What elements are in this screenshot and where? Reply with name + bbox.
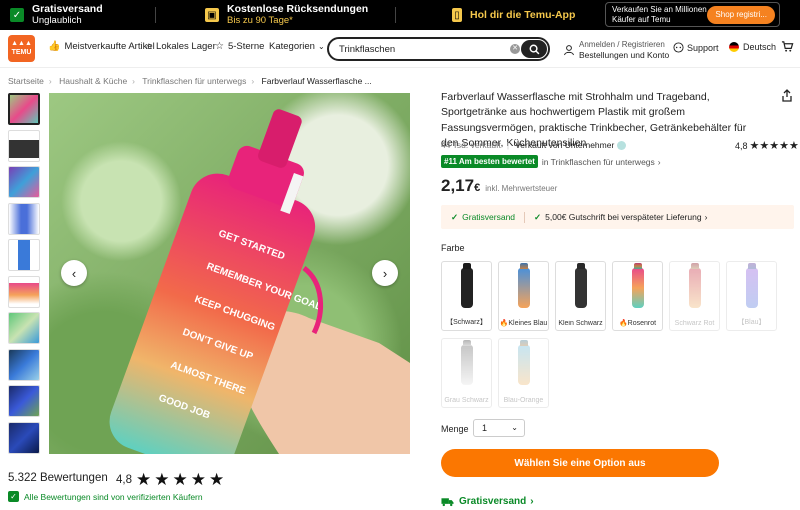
share-button[interactable] — [781, 89, 793, 105]
fire-icon: 🔥 — [618, 320, 628, 327]
thumbnail[interactable] — [8, 275, 40, 308]
check-icon: ✓ — [451, 211, 459, 222]
search-icon — [529, 44, 539, 54]
search-input[interactable] — [339, 42, 509, 56]
breadcrumb-current: Farbverlauf Wasserflasche ... — [261, 76, 372, 86]
quantity-label: Menge — [441, 424, 469, 434]
info-icon[interactable] — [617, 140, 627, 150]
star-rating-icon: ★★★★★ — [749, 140, 799, 152]
swatch-blau-orange[interactable]: Blau-Orange — [498, 338, 549, 408]
swatch-kleines-blau[interactable]: 🔥Kleines Blau — [498, 261, 549, 331]
search-bar: ✕ — [327, 37, 550, 61]
header: ▲▲▲ TEMU 👍 Meistverkaufte Artikel ⌂ Lokal… — [0, 30, 800, 68]
thumbnail[interactable] — [8, 129, 40, 162]
thumbnail-list — [8, 93, 42, 458]
star-icon: ☆ — [215, 41, 224, 52]
chevron-right-icon: › — [704, 212, 708, 222]
thumbnail[interactable] — [8, 202, 40, 235]
product-rating[interactable]: 4,8 ★★★★★ — [735, 139, 799, 152]
nav-five-stars[interactable]: ☆ 5-Sterne — [215, 41, 264, 52]
chevron-down-icon: ⌄ — [317, 42, 325, 51]
cart-icon — [781, 41, 794, 52]
swatch-grau-schwarz[interactable]: Grau Schwarz — [441, 338, 492, 408]
support-icon — [673, 42, 684, 53]
breadcrumb: Startseite › Haushalt & Küche › Trinkflasc… — [8, 76, 372, 86]
user-icon — [564, 45, 574, 56]
thumbs-up-icon: 👍 — [48, 41, 61, 52]
reviews-rating[interactable]: 4,8 ★★★★★ — [116, 470, 227, 490]
swatch-schwarz[interactable]: 【Schwarz】 — [441, 261, 492, 331]
support-link[interactable]: Support — [673, 42, 719, 53]
product-photo: GET STARTED REMEMBER YOUR GOAL KEEP CHUG… — [109, 109, 410, 454]
ranking[interactable]: #11 Am besten bewertet in Trinkflaschen … — [441, 155, 661, 168]
chevron-right-icon: › — [530, 496, 534, 507]
shipping-info[interactable]: ✓ Gratisversand ✓ 5,00€ Gutschrift bei v… — [441, 205, 794, 229]
truck-icon: ✓ — [10, 8, 24, 22]
select-option-button[interactable]: Wählen Sie eine Option aus — [441, 449, 719, 477]
sales-meta: 44 Tsd. verkauft | Verkauft von Unterneh… — [441, 140, 627, 150]
chevron-down-icon: ⌄ — [511, 423, 518, 432]
breadcrumb-home[interactable]: Startseite — [8, 76, 44, 86]
thumbnail[interactable] — [8, 93, 40, 125]
promo-returns[interactable]: ▣ Kostenlose Rücksendungen Bis zu 90 Tag… — [205, 0, 368, 30]
nav-bestsellers[interactable]: 👍 Meistverkaufte Artikel — [48, 41, 155, 52]
shield-check-icon: ✓ — [8, 491, 19, 502]
check-icon: ✓ — [534, 211, 542, 222]
breadcrumb-household[interactable]: Haushalt & Küche — [59, 76, 127, 86]
carousel-next-button[interactable]: › — [372, 260, 398, 286]
carousel-prev-button[interactable]: ‹ — [61, 260, 87, 286]
promo-free-shipping[interactable]: ✓ Gratisversand Unglaublich — [10, 0, 103, 30]
warehouse-icon: ⌂ — [146, 41, 153, 52]
return-box-icon: ▣ — [205, 8, 219, 22]
cart-button[interactable] — [781, 40, 794, 53]
promo-divider — [155, 7, 156, 23]
phone-icon: ▯ — [452, 8, 462, 22]
thumbnail[interactable] — [8, 312, 40, 344]
promo-divider — [395, 7, 396, 23]
german-flag-icon — [729, 42, 739, 52]
truck-icon — [441, 497, 454, 506]
seller-register-banner[interactable]: Verkaufen Sie an Millionen Käufer auf Te… — [605, 2, 780, 27]
clear-search-icon[interactable]: ✕ — [510, 44, 520, 54]
thumbnail[interactable] — [8, 239, 40, 271]
swatch-rosenrot[interactable]: 🔥Rosenrot — [612, 261, 663, 331]
thumbnail[interactable] — [8, 348, 40, 381]
thumbnail[interactable] — [8, 421, 40, 454]
promo-bar: ✓ Gratisversand Unglaublich ▣ Kostenlose… — [0, 0, 800, 30]
star-rating-icon: ★★★★★ — [136, 470, 228, 489]
reviews-count[interactable]: 5.322 Bewertungen — [8, 472, 108, 484]
verified-reviews-note: ✓ Alle Bewertungen sind von verifizierte… — [8, 491, 203, 502]
language-selector[interactable]: Deutsch — [729, 42, 776, 52]
breadcrumb-bottles[interactable]: Trinkflaschen für unterwegs — [142, 76, 246, 86]
rank-badge: #11 Am besten bewertet — [441, 155, 538, 168]
swatch-blau[interactable]: 【Blau】 — [726, 261, 777, 331]
product-main-image: GET STARTED REMEMBER YOUR GOAL KEEP CHUG… — [49, 93, 410, 454]
thumbnail[interactable] — [8, 166, 40, 198]
nav-categories[interactable]: Kategorien ⌄ — [269, 41, 325, 52]
swatch-schwarz-rot[interactable]: Schwarz Rot — [669, 261, 720, 331]
account-menu[interactable]: Anmelden / Registrieren Bestellungen und… — [563, 40, 669, 60]
nav-local-warehouse[interactable]: ⌂ Lokales Lager — [146, 41, 216, 52]
share-icon — [782, 89, 792, 102]
quantity-select[interactable]: 1 ⌄ — [473, 419, 525, 437]
chevron-left-icon: ‹ — [71, 265, 77, 281]
chevron-right-icon: › — [382, 265, 388, 281]
thumbnail[interactable] — [8, 385, 40, 417]
promo-app[interactable]: ▯ Hol dir die Temu-App — [452, 0, 575, 30]
shop-register-button[interactable]: Shop registri... — [707, 6, 775, 24]
swatch-klein-schwarz[interactable]: Klein Schwarz — [555, 261, 606, 331]
seller-info[interactable]: Verkauft von Unternehmer — [515, 140, 614, 150]
price: 2,17 € inkl. Mehrwertsteuer — [441, 176, 558, 195]
temu-logo[interactable]: ▲▲▲ TEMU — [8, 35, 35, 62]
color-label: Farbe — [441, 243, 465, 253]
chevron-right-icon: › — [657, 156, 661, 167]
free-shipping-link[interactable]: Gratisversand › — [441, 496, 534, 507]
search-button[interactable] — [521, 40, 547, 58]
